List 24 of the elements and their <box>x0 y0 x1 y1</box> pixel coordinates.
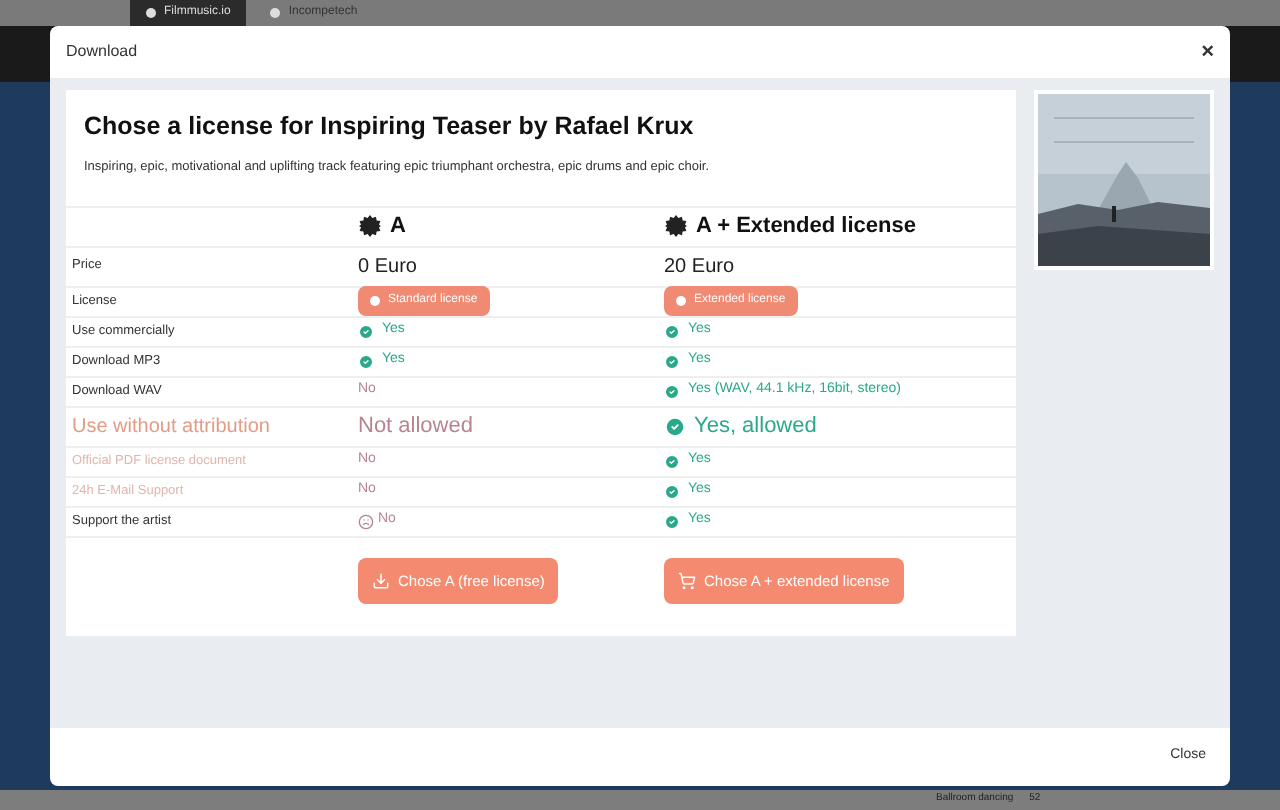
close-button[interactable]: × <box>1201 41 1214 63</box>
download-icon <box>372 571 390 590</box>
card-title: Chose a license for Inspiring Teaser by Rafael Krux <box>84 110 696 144</box>
price-text: 20 Euro <box>664 253 735 281</box>
frown-icon <box>358 513 374 529</box>
check-circle-icon <box>358 323 374 339</box>
check-circle-icon <box>664 415 686 437</box>
modal-title: Download <box>66 40 138 64</box>
price-text: 0 Euro <box>358 253 417 281</box>
check-circle-icon <box>664 513 680 529</box>
check-circle-icon <box>358 353 374 369</box>
plan-name: A <box>390 211 406 242</box>
seal-icon <box>358 214 382 238</box>
no-text: Not allowed <box>358 411 473 442</box>
yes-text: Yes, allowed <box>694 411 817 442</box>
plan-name: A + Extended license <box>696 211 916 242</box>
check-circle-icon <box>664 453 680 469</box>
check-circle-icon <box>664 353 680 369</box>
check-circle-icon <box>664 383 680 399</box>
seal-icon <box>664 214 688 238</box>
row-label: Use without attribution <box>70 413 272 441</box>
cart-icon <box>678 571 696 590</box>
check-circle-icon <box>664 483 680 499</box>
check-circle-icon <box>664 323 680 339</box>
